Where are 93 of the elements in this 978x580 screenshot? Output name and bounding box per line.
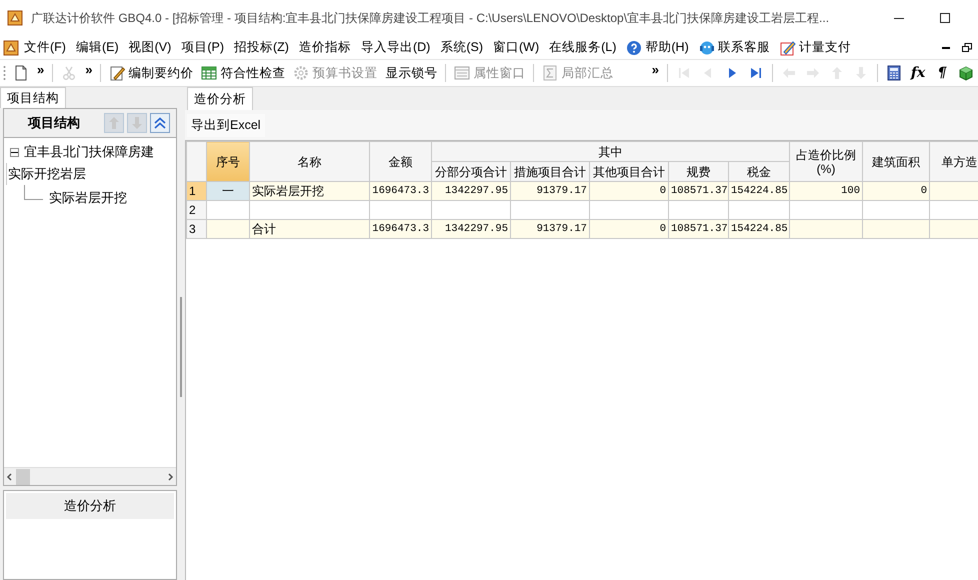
column-header[interactable]: 占造价比例(%): [790, 142, 863, 182]
overflow-button[interactable]: »: [648, 62, 663, 84]
restore-icon: [962, 43, 972, 52]
cube-icon: [958, 65, 974, 81]
maximize-icon: [940, 13, 950, 23]
row-number[interactable]: 2: [186, 200, 206, 220]
column-header[interactable]: 其他项目合计: [590, 162, 668, 182]
app-logo-icon: [3, 40, 19, 56]
help-icon: [626, 40, 642, 56]
headset-icon: [698, 40, 715, 56]
menu-item[interactable]: 计量支付: [774, 37, 856, 58]
horizontal-scrollbar[interactable]: [4, 467, 176, 485]
document-tab[interactable]: 造价分析: [187, 87, 253, 110]
tree-node-label[interactable]: 实际岩层开挖: [49, 189, 127, 207]
toolbar-button[interactable]: ¶: [930, 62, 954, 84]
table-cell: 1696473.3: [370, 220, 432, 238]
overflow-button[interactable]: »: [33, 62, 48, 84]
column-header[interactable]: 单方造: [930, 142, 978, 182]
minimize-icon: [942, 46, 950, 48]
table-cell: 1342297.95: [432, 182, 510, 200]
table-cell: 108571.37: [668, 182, 728, 200]
calculator-icon: [886, 65, 902, 81]
skip-first-icon: [676, 65, 692, 81]
table-cell: [206, 220, 250, 238]
column-header[interactable]: 分部分项合计: [432, 162, 510, 182]
panel-tab[interactable]: 项目结构: [0, 87, 66, 108]
toolbar-button[interactable]: 编制要约价: [105, 64, 198, 82]
table-cell: 0: [590, 220, 668, 238]
table-cell: 91379.17: [510, 182, 590, 200]
toolbar-grip[interactable]: [3, 65, 6, 81]
tree-node-label[interactable]: 宜丰县北门扶保障房建: [24, 143, 154, 161]
column-header[interactable]: 序号: [206, 142, 250, 182]
column-header[interactable]: 金额: [370, 142, 432, 182]
table-cell: 108571.37: [668, 220, 728, 238]
gear-icon: [293, 65, 310, 81]
table-cell: [930, 182, 978, 200]
splitter-handle[interactable]: [180, 297, 182, 397]
window-icon: [454, 65, 470, 81]
pencil-chart-icon: [780, 40, 796, 56]
document-icon: [13, 65, 29, 81]
menu-item[interactable]: 视图(V): [124, 37, 176, 58]
row-number[interactable]: 3: [186, 220, 206, 238]
table-cell: 0: [590, 182, 668, 200]
table-cell: 合计: [250, 220, 370, 238]
table-cell: 100: [790, 182, 863, 200]
menu-item[interactable]: 帮助(H): [621, 37, 694, 58]
grid-icon: [201, 65, 218, 81]
skip-last-icon: [748, 65, 764, 81]
toolbar-button[interactable]: 符合性检查: [197, 64, 290, 82]
table-cell: 0: [862, 182, 930, 200]
overflow-button[interactable]: »: [81, 62, 96, 84]
toolbar-button[interactable]: fx: [906, 62, 930, 84]
column-header[interactable]: 建筑面积: [862, 142, 930, 182]
scissors-icon: [61, 65, 78, 81]
double-chevron-up-icon: [152, 115, 168, 131]
scrollbar-thumb[interactable]: [16, 468, 30, 484]
column-header[interactable]: 名称: [250, 142, 370, 182]
table-cell: 1696473.3: [370, 182, 432, 200]
menu-item[interactable]: 项目(P): [176, 37, 229, 58]
nav-item[interactable]: 造价分析: [6, 493, 174, 519]
tree-node-label[interactable]: 实际开挖岩层: [6, 163, 176, 185]
table-cell: 1342297.95: [432, 220, 510, 238]
table-cell: 91379.17: [510, 220, 590, 238]
arrow-right-icon: [805, 65, 821, 81]
menu-item[interactable]: 系统(S): [435, 37, 488, 58]
menu-item[interactable]: 造价指标: [294, 37, 356, 58]
window-title: 广联达计价软件 GBQ4.0 - [招标管理 - 项目结构:宜丰县北门扶保障房建设工程项目 - C:\Users\LENOVO\Desktop\宜丰县北门扶保障房建设工岩层工程...: [31, 10, 830, 26]
menu-item[interactable]: 编辑(E): [70, 37, 124, 58]
pencil-icon: [109, 65, 126, 81]
menu-item[interactable]: 文件(F): [19, 37, 71, 58]
table-cell: 154224.85: [728, 220, 790, 238]
menu-item[interactable]: 招投标(Z): [228, 37, 294, 58]
menu-item[interactable]: 导入导出(D): [356, 37, 436, 58]
column-header[interactable]: 税金: [728, 162, 790, 182]
app-logo-icon: [7, 10, 23, 26]
sigma-icon: [542, 65, 558, 81]
column-header[interactable]: 规费: [668, 162, 728, 182]
menu-item[interactable]: 联系客服: [694, 37, 775, 58]
collapse-all-button[interactable]: [150, 113, 170, 133]
row-number[interactable]: 1: [186, 182, 206, 200]
table-cell: 一: [206, 182, 250, 200]
table-cell: [862, 220, 930, 238]
menu-item[interactable]: 窗口(W): [488, 37, 544, 58]
menu-item[interactable]: 在线服务(L): [544, 37, 622, 58]
collapse-toggle[interactable]: [10, 148, 19, 156]
table-cell: 实际岩层开挖: [250, 182, 370, 200]
table-cell: [930, 220, 978, 238]
export-excel-button[interactable]: 导出到Excel: [187, 114, 265, 136]
column-header[interactable]: 措施项目合计: [510, 162, 590, 182]
panel-title: 项目结构: [26, 114, 81, 132]
toolbar-button[interactable]: 显示锁号: [381, 64, 442, 82]
column-group-header: 其中: [432, 142, 790, 162]
table-cell: 154224.85: [728, 182, 790, 200]
